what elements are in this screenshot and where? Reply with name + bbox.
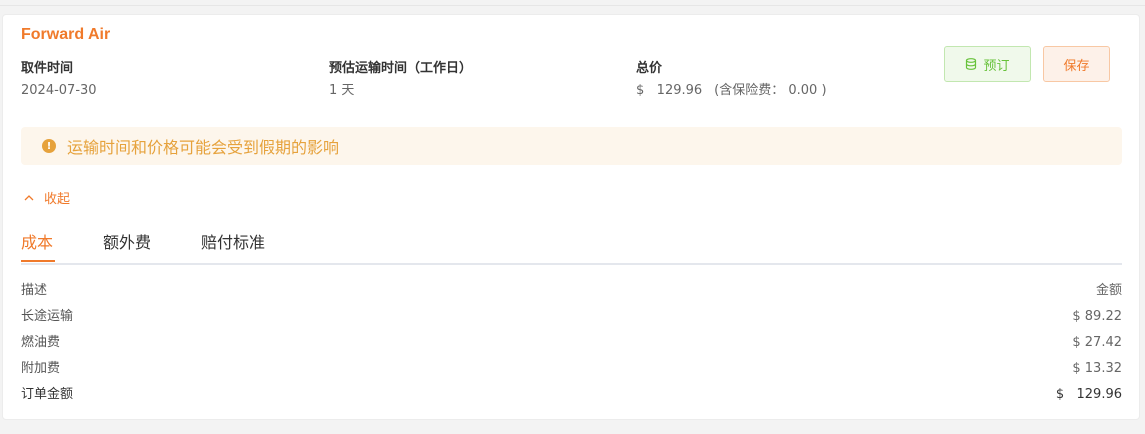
table-header: 描述 金额 — [21, 278, 1122, 304]
total-value-line: $ 129.96 (含保险费： 0.00 ) — [636, 83, 827, 99]
total-label: 总价 — [636, 61, 663, 76]
total-amount: $ 129.96 — [1055, 387, 1122, 402]
collapse-label: 收起 — [44, 192, 71, 207]
transit-label: 预估运输时间（工作日） — [329, 61, 473, 76]
tab-extra-fees[interactable]: 额外费 — [103, 229, 151, 265]
database-icon — [965, 58, 977, 70]
row-amount: $ 89.22 — [1072, 309, 1122, 324]
total-desc: 订单金额 — [21, 387, 74, 402]
save-button-label: 保存 — [1063, 58, 1090, 74]
cost-table: 描述 金额 长途运输 $ 89.22 燃油费 $ 27.42 附加费 $ 13.… — [21, 278, 1122, 408]
row-amount: $ 13.32 — [1072, 361, 1122, 376]
table-row: 附加费 $ 13.32 — [21, 356, 1122, 382]
quote-card: Forward Air 取件时间 2024-07-30 预估运输时间（工作日） … — [2, 14, 1140, 420]
total-info: 总价 $ 129.96 (含保险费： 0.00 ) — [636, 61, 827, 99]
pickup-label: 取件时间 — [21, 61, 74, 76]
collapse-toggle[interactable]: 收起 — [24, 188, 70, 207]
top-divider — [0, 5, 1145, 6]
notice-text: 运输时间和价格可能会受到假期的影响 — [67, 138, 340, 157]
pickup-info: 取件时间 2024-07-30 — [21, 61, 97, 99]
chevron-up-icon — [24, 194, 34, 201]
table-total-row: 订单金额 $ 129.96 — [21, 382, 1122, 408]
tab-compensation[interactable]: 赔付标准 — [201, 229, 265, 265]
row-desc: 燃油费 — [21, 335, 61, 350]
pickup-value: 2024-07-30 — [21, 83, 97, 98]
table-row: 燃油费 $ 27.42 — [21, 330, 1122, 356]
carrier-name: Forward Air — [21, 26, 111, 43]
insurance-value: (含保险费： 0.00 ) — [714, 83, 827, 98]
table-row: 长途运输 $ 89.22 — [21, 304, 1122, 330]
transit-info: 预估运输时间（工作日） 1 天 — [329, 61, 472, 99]
book-button-label: 预订 — [983, 58, 1010, 74]
header-amount: 金额 — [1095, 283, 1122, 298]
warning-icon: ! — [42, 139, 56, 153]
book-button[interactable]: 预订 — [944, 46, 1031, 82]
total-value: $ 129.96 — [636, 83, 703, 98]
holiday-notice: ! 运输时间和价格可能会受到假期的影响 — [21, 127, 1122, 165]
header-desc: 描述 — [21, 283, 48, 298]
save-button[interactable]: 保存 — [1043, 46, 1110, 82]
tab-bar: 成本 额外费 赔付标准 — [21, 225, 1122, 265]
transit-value: 1 天 — [329, 83, 355, 98]
row-desc: 附加费 — [21, 361, 61, 376]
row-amount: $ 27.42 — [1072, 335, 1122, 350]
row-desc: 长途运输 — [21, 309, 74, 324]
active-tab-indicator — [21, 260, 55, 262]
